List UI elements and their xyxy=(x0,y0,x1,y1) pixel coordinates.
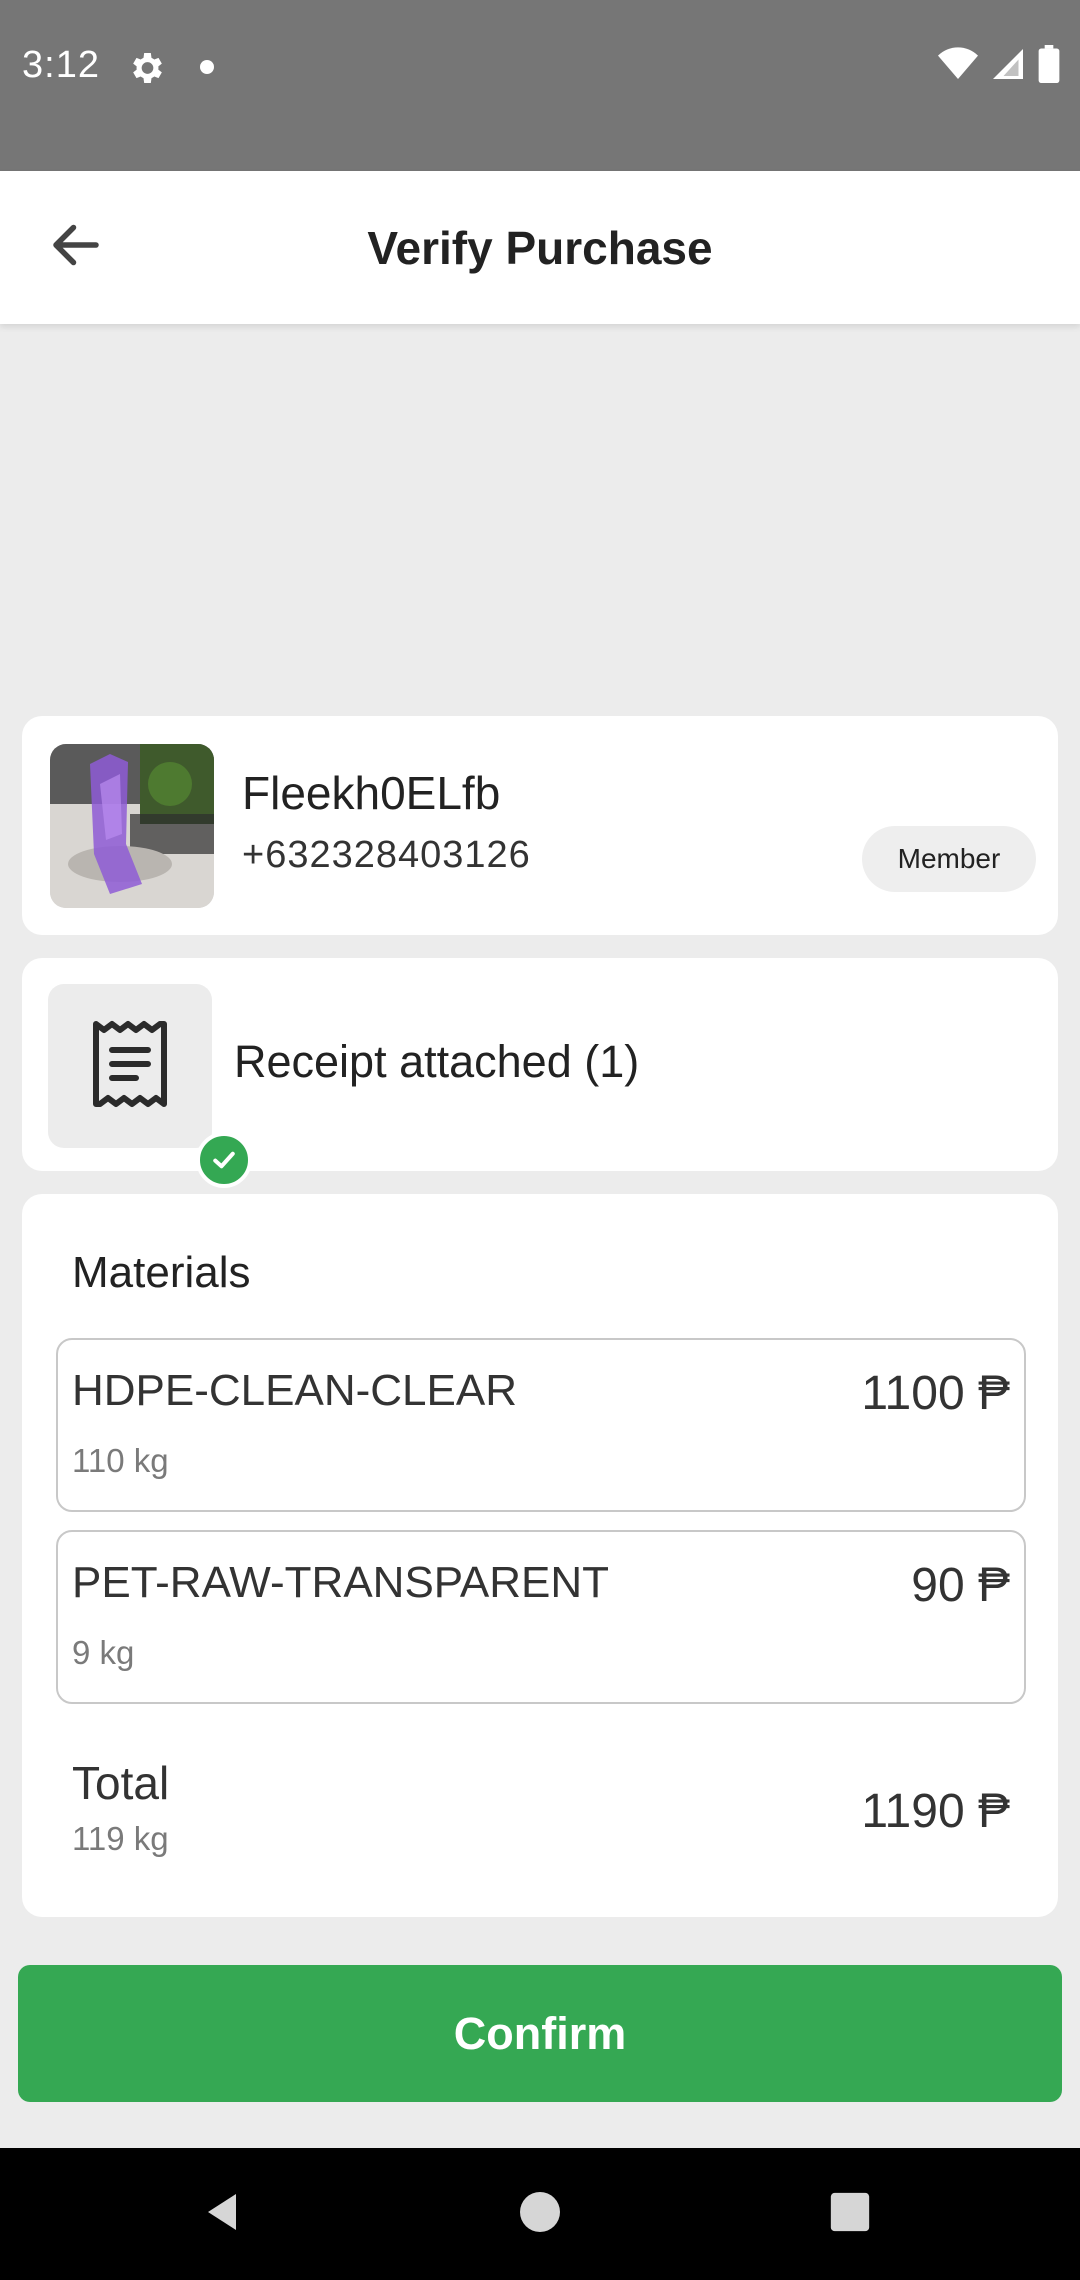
page-title: Verify Purchase xyxy=(367,221,713,274)
material-name: PET-RAW-TRANSPARENT xyxy=(72,1558,610,1607)
confirm-button[interactable]: Confirm xyxy=(18,1965,1062,2102)
material-name: HDPE-CLEAN-CLEAR xyxy=(72,1366,517,1415)
materials-card: Materials HDPE-CLEAN-CLEAR 110 kg 1100 ₱… xyxy=(22,1194,1058,1917)
material-weight: 110 kg xyxy=(72,1442,169,1479)
member-card: Fleekh0ELfb +632328403126 Member xyxy=(22,716,1058,935)
signal-icon xyxy=(990,46,1026,87)
app-bar: Verify Purchase xyxy=(0,171,1080,324)
receipt-card[interactable]: Receipt attached (1) xyxy=(22,958,1058,1188)
materials-title: Materials xyxy=(72,1248,251,1297)
material-price: 1100 ₱ xyxy=(861,1367,1010,1420)
settings-gear-icon xyxy=(126,48,166,88)
material-item[interactable]: HDPE-CLEAN-CLEAR 110 kg 1100 ₱ xyxy=(56,1338,1026,1512)
nav-recents-icon xyxy=(827,2189,873,2240)
nav-back-icon xyxy=(200,2188,248,2241)
status-bar: 3:12 xyxy=(0,0,1080,171)
member-phone: +632328403126 xyxy=(242,834,531,876)
back-arrow-icon xyxy=(46,215,106,280)
nav-back-button[interactable] xyxy=(180,2170,268,2258)
member-badge: Member xyxy=(862,826,1036,892)
nav-home-button[interactable] xyxy=(496,2170,584,2258)
nav-home-icon xyxy=(516,2188,564,2241)
total-price: 1190 ₱ xyxy=(861,1785,1010,1838)
material-weight: 9 kg xyxy=(72,1634,135,1671)
wifi-icon xyxy=(938,46,978,86)
check-icon xyxy=(196,1132,252,1188)
receipt-thumbnail[interactable] xyxy=(48,984,252,1188)
total-label: Total xyxy=(72,1757,170,1809)
nav-recents-button[interactable] xyxy=(806,2170,894,2258)
notification-dot-icon xyxy=(200,60,214,74)
material-price: 90 ₱ xyxy=(911,1559,1010,1612)
receipt-icon xyxy=(90,1018,170,1115)
back-button[interactable] xyxy=(36,207,116,287)
member-avatar[interactable] xyxy=(50,744,214,908)
material-item[interactable]: PET-RAW-TRANSPARENT 9 kg 90 ₱ xyxy=(56,1530,1026,1704)
receipt-label: Receipt attached (1) xyxy=(234,1036,640,1087)
system-nav-bar xyxy=(0,2148,1080,2280)
member-name: Fleekh0ELfb xyxy=(242,767,501,819)
status-time: 3:12 xyxy=(22,44,100,86)
total-weight: 119 kg xyxy=(72,1820,169,1857)
battery-icon xyxy=(1038,44,1060,88)
status-indicators xyxy=(938,44,1060,88)
